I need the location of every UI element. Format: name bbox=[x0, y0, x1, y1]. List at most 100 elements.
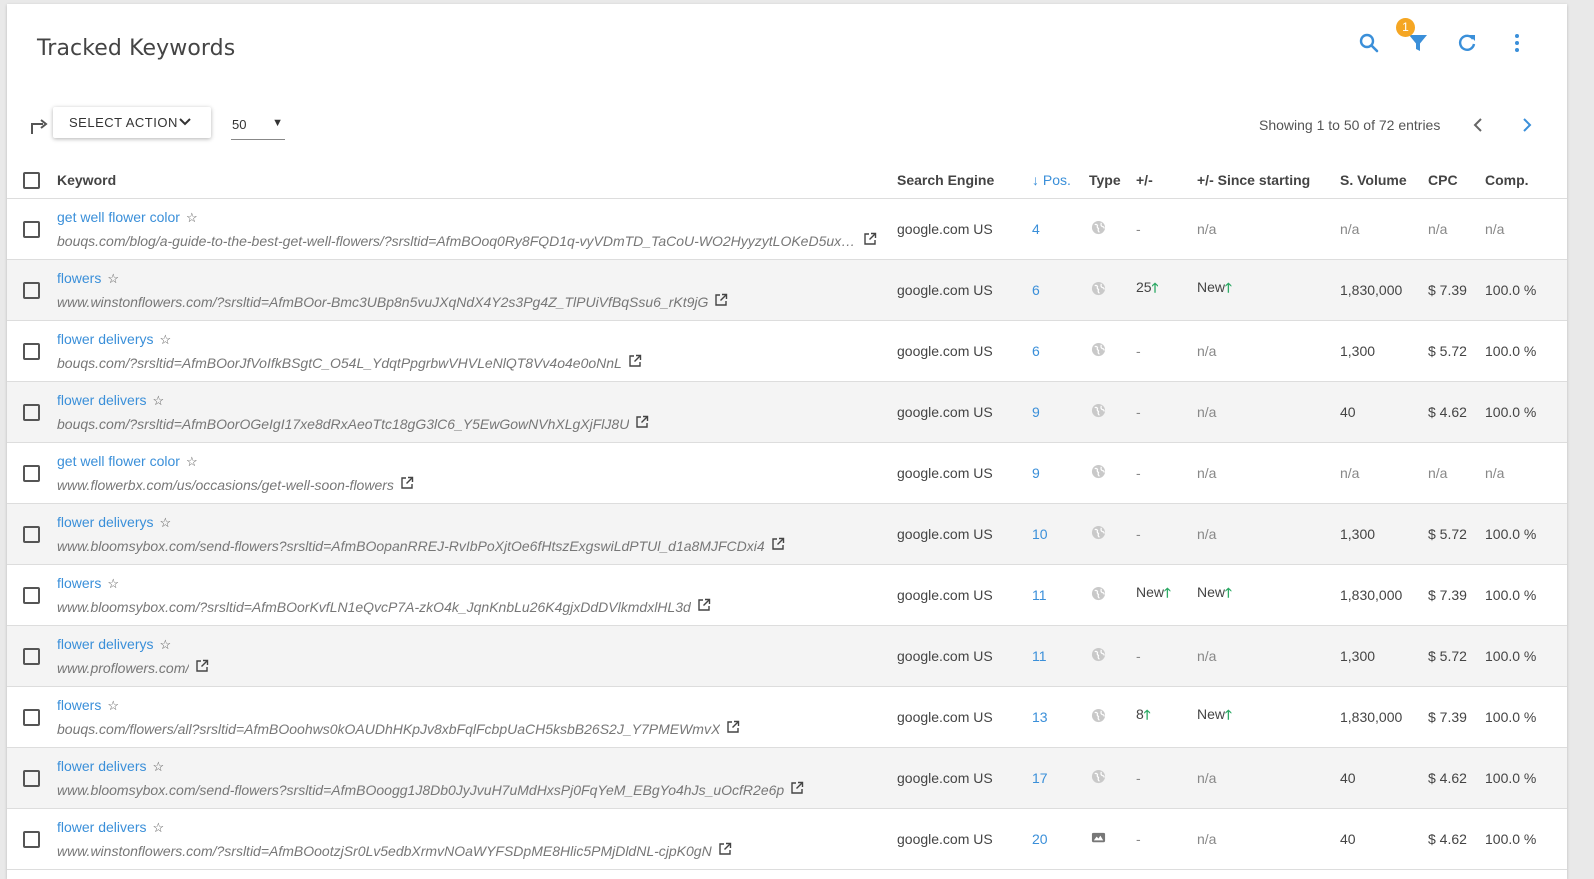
position-link[interactable]: 17 bbox=[1032, 770, 1048, 786]
row-checkbox-cell[interactable] bbox=[7, 625, 57, 687]
search-volume-value: 1,300 bbox=[1340, 648, 1376, 664]
prev-page-icon[interactable] bbox=[1468, 115, 1488, 135]
star-icon[interactable]: ☆ bbox=[159, 637, 171, 652]
external-link-icon[interactable] bbox=[720, 720, 740, 737]
keyword-link[interactable]: flower deliverys bbox=[57, 331, 153, 347]
col-type[interactable]: Type bbox=[1089, 162, 1136, 199]
row-checkbox[interactable] bbox=[23, 525, 40, 543]
change-value: 8 bbox=[1136, 706, 1144, 722]
row-checkbox-cell[interactable] bbox=[7, 442, 57, 504]
external-link-icon[interactable] bbox=[765, 537, 785, 554]
star-icon[interactable]: ☆ bbox=[159, 332, 171, 347]
external-link-icon[interactable] bbox=[857, 232, 877, 249]
external-link-icon[interactable] bbox=[708, 293, 728, 310]
col-search-engine[interactable]: Search Engine bbox=[897, 162, 1024, 199]
row-checkbox[interactable] bbox=[23, 586, 40, 604]
row-checkbox[interactable] bbox=[23, 220, 40, 238]
cpc-value: $ 5.72 bbox=[1428, 648, 1467, 664]
keyword-link[interactable]: flowers bbox=[57, 697, 101, 713]
row-checkbox-cell[interactable] bbox=[7, 320, 57, 382]
since-starting-value: n/a bbox=[1197, 404, 1217, 420]
star-icon[interactable]: ☆ bbox=[159, 515, 171, 530]
position-link[interactable]: 6 bbox=[1032, 343, 1040, 359]
external-link-icon[interactable] bbox=[622, 354, 642, 371]
per-page-select[interactable]: 50 ▼ bbox=[231, 112, 285, 140]
row-checkbox[interactable] bbox=[23, 403, 40, 421]
external-link-icon[interactable] bbox=[712, 842, 732, 859]
change-value: New bbox=[1136, 584, 1165, 600]
row-checkbox-cell[interactable] bbox=[7, 686, 57, 748]
up-arrow-icon: 🡑 bbox=[1225, 585, 1232, 600]
keyword-link[interactable]: flower deliverys bbox=[57, 514, 153, 530]
row-checkbox-cell[interactable] bbox=[7, 198, 57, 260]
col-pos[interactable]: ↓ Pos. bbox=[1024, 162, 1089, 199]
since-starting-value: n/a bbox=[1197, 526, 1217, 542]
keyword-cell: flower delivers ☆ www.winstonflowers.com/?… bbox=[57, 808, 897, 870]
star-icon[interactable]: ☆ bbox=[186, 210, 198, 225]
row-checkbox-cell[interactable] bbox=[7, 381, 57, 443]
globe-icon bbox=[1089, 464, 1106, 482]
row-checkbox[interactable] bbox=[23, 769, 40, 787]
position-link[interactable]: 6 bbox=[1032, 282, 1040, 298]
position-link[interactable]: 11 bbox=[1032, 648, 1047, 664]
external-link-icon[interactable] bbox=[189, 659, 209, 676]
row-checkbox[interactable] bbox=[23, 342, 40, 360]
star-icon[interactable]: ☆ bbox=[152, 393, 164, 408]
col-comp[interactable]: Comp. bbox=[1485, 162, 1567, 199]
keyword-link[interactable]: flowers bbox=[57, 270, 101, 286]
col-change[interactable]: +/- bbox=[1136, 162, 1197, 199]
keyword-link[interactable]: get well flower color bbox=[57, 453, 180, 469]
star-icon[interactable]: ☆ bbox=[107, 271, 119, 286]
col-cpc[interactable]: CPC bbox=[1428, 162, 1485, 199]
col-keyword[interactable]: Keyword bbox=[57, 162, 897, 199]
row-checkbox-cell[interactable] bbox=[7, 503, 57, 565]
row-checkbox-cell[interactable] bbox=[7, 747, 57, 809]
position-link[interactable]: 4 bbox=[1032, 221, 1040, 237]
position-link[interactable]: 9 bbox=[1032, 404, 1040, 420]
keyword-link[interactable]: flower deliverys bbox=[57, 636, 153, 652]
star-icon[interactable]: ☆ bbox=[107, 698, 119, 713]
select-action-button[interactable]: SELECT ACTION bbox=[53, 107, 211, 138]
more-options-icon[interactable] bbox=[1505, 31, 1529, 55]
row-checkbox[interactable] bbox=[23, 281, 40, 299]
cpc-value: $ 4.62 bbox=[1428, 831, 1467, 847]
row-checkbox-cell[interactable] bbox=[7, 259, 57, 321]
position-link[interactable]: 13 bbox=[1032, 709, 1048, 725]
keyword-link[interactable]: flower delivers bbox=[57, 758, 146, 774]
external-link-icon[interactable] bbox=[784, 781, 804, 798]
keyword-link[interactable]: get well flower color bbox=[57, 209, 180, 225]
position-link[interactable]: 20 bbox=[1032, 831, 1048, 847]
external-link-icon[interactable] bbox=[691, 598, 711, 615]
globe-icon bbox=[1089, 281, 1106, 299]
row-checkbox-cell[interactable] bbox=[7, 808, 57, 870]
select-all-cell[interactable] bbox=[7, 162, 57, 199]
keyword-link[interactable]: flower delivers bbox=[57, 819, 146, 835]
star-icon[interactable]: ☆ bbox=[152, 820, 164, 835]
star-icon[interactable]: ☆ bbox=[107, 576, 119, 591]
search-icon[interactable] bbox=[1357, 31, 1381, 55]
col-volume[interactable]: S. Volume bbox=[1340, 162, 1428, 199]
ranking-url: bouqs.com/?srsltid=AfmBOorJfVoIfkBSgtC_O… bbox=[57, 354, 622, 371]
select-all-checkbox[interactable] bbox=[23, 171, 40, 189]
next-page-icon[interactable] bbox=[1517, 115, 1537, 135]
change-value: - bbox=[1136, 465, 1141, 481]
row-checkbox-cell[interactable] bbox=[7, 564, 57, 626]
col-since-starting[interactable]: +/- Since starting bbox=[1197, 162, 1340, 199]
position-link[interactable]: 9 bbox=[1032, 465, 1040, 481]
row-checkbox[interactable] bbox=[23, 647, 40, 665]
since-starting-value: n/a bbox=[1197, 221, 1217, 237]
keyword-link[interactable]: flower delivers bbox=[57, 392, 146, 408]
row-checkbox[interactable] bbox=[23, 708, 40, 726]
position-link[interactable]: 11 bbox=[1032, 587, 1047, 603]
keyword-link[interactable]: flowers bbox=[57, 575, 101, 591]
row-checkbox[interactable] bbox=[23, 830, 40, 848]
refresh-icon[interactable] bbox=[1455, 31, 1479, 55]
row-checkbox[interactable] bbox=[23, 464, 40, 482]
external-link-icon[interactable] bbox=[394, 476, 414, 493]
ranking-url: www.bloomsybox.com/send-flowers?srsltid=… bbox=[57, 781, 785, 798]
star-icon[interactable]: ☆ bbox=[152, 759, 164, 774]
star-icon[interactable]: ☆ bbox=[186, 454, 198, 469]
position-link[interactable]: 10 bbox=[1032, 526, 1048, 542]
table-row: flower deliverys ☆ bouqs.com/?srsltid=AfmB… bbox=[7, 320, 1567, 382]
external-link-icon[interactable] bbox=[629, 415, 649, 432]
